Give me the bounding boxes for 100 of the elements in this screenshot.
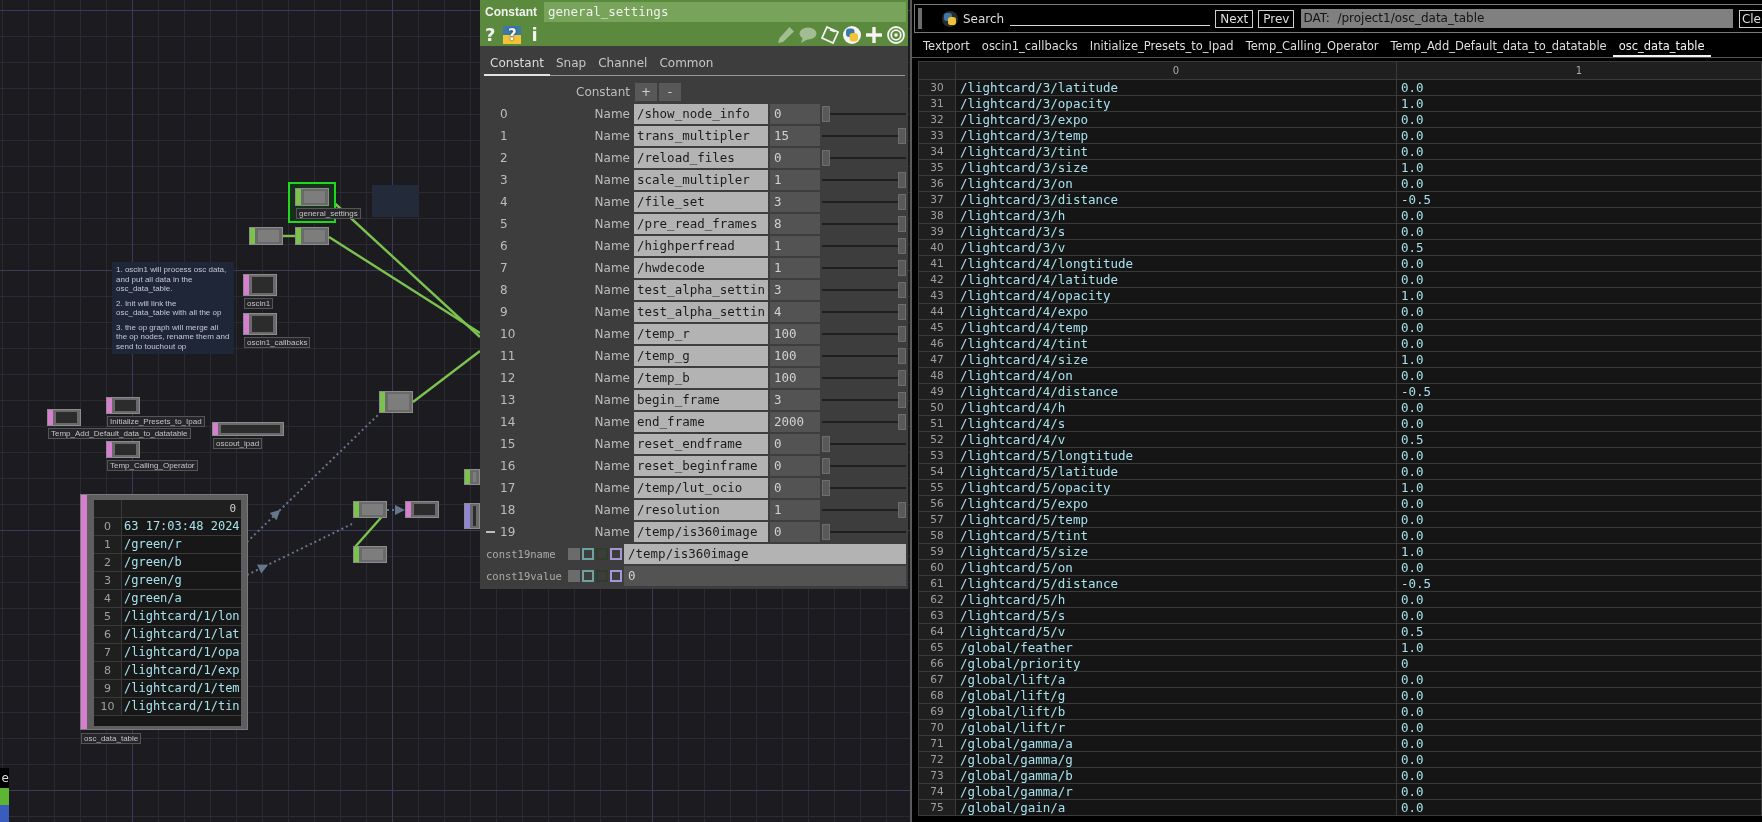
slider-thumb[interactable] <box>898 326 906 342</box>
value-field[interactable]: 100 <box>770 324 820 344</box>
slider-thumb[interactable] <box>898 128 906 144</box>
name-field[interactable]: test_alpha_settin <box>634 302 768 322</box>
name-field[interactable]: /pre_read_frames <box>634 214 768 234</box>
name-field[interactable]: /temp/is360image <box>634 522 768 542</box>
value-field[interactable]: 4 <box>770 302 820 322</box>
clear-button[interactable]: Cle <box>1738 9 1762 28</box>
slider-thumb[interactable] <box>822 480 830 496</box>
add-button[interactable]: + <box>635 83 657 101</box>
operator-node[interactable] <box>106 397 140 414</box>
pencil-icon[interactable] <box>777 26 795 44</box>
table-viewer[interactable]: 0 0 63 17:03:48 2024 1 /green/r 2 /green/b 3 /green/g 4 /green/a 5 /lightcard/1/lon 6 /lightcard/1/lat 7 /lightcard/1/opa 8 /lightcard/1/exp 9 /lightcard/1/tem 10 /lightcard/1/tin <box>80 494 248 730</box>
tab[interactable]: Initialize_Presets_to_Ipad <box>1083 37 1240 57</box>
mode-toggle-icon[interactable] <box>610 548 622 560</box>
operator-node[interactable] <box>295 188 329 206</box>
slider-thumb[interactable] <box>822 524 830 540</box>
operator-node[interactable] <box>249 227 283 245</box>
mode-toggle-icon[interactable] <box>610 570 622 582</box>
slider-thumb[interactable] <box>898 260 906 276</box>
value-field[interactable]: 3 <box>770 390 820 410</box>
operator-node[interactable] <box>464 503 480 529</box>
value-field[interactable]: 15 <box>770 126 820 146</box>
name-field[interactable]: /temp/is360image <box>624 544 906 564</box>
slider-thumb[interactable] <box>822 150 830 166</box>
prev-button[interactable]: Prev <box>1258 9 1295 28</box>
mode-toggle-icon[interactable] <box>568 548 580 560</box>
tab[interactable]: Temp_Calling_Operator <box>1239 37 1385 57</box>
value-field[interactable]: 0 <box>770 104 820 124</box>
target-icon[interactable] <box>887 26 905 44</box>
mode-toggle-icon[interactable] <box>582 548 594 560</box>
help-button[interactable]: ? <box>485 26 496 44</box>
speech-bubble-icon[interactable] <box>799 26 817 44</box>
tab[interactable]: Textport <box>917 37 976 57</box>
grip-icon[interactable] <box>918 8 922 29</box>
name-field[interactable]: /temp_g <box>634 346 768 366</box>
value-field[interactable]: 3 <box>770 192 820 212</box>
value-field[interactable]: 1 <box>770 258 820 278</box>
value-field[interactable]: 0 <box>770 148 820 168</box>
slider-thumb[interactable] <box>898 348 906 364</box>
mode-toggle-icon[interactable] <box>582 570 594 582</box>
name-field[interactable]: trans_multipler <box>634 126 768 146</box>
slider-thumb[interactable] <box>898 304 906 320</box>
operator-node[interactable] <box>464 469 480 485</box>
value-field[interactable]: 3 <box>770 280 820 300</box>
name-field[interactable]: /reload_files <box>634 148 768 168</box>
slider-thumb[interactable] <box>898 172 906 188</box>
name-field[interactable]: end_frame <box>634 412 768 432</box>
slider-thumb[interactable] <box>898 238 906 254</box>
name-field[interactable]: reset_endframe <box>634 434 768 454</box>
name-field[interactable]: test_alpha_settin <box>634 280 768 300</box>
remove-button[interactable]: - <box>659 83 681 101</box>
tab[interactable]: Snap <box>549 55 593 76</box>
operator-node[interactable] <box>243 274 277 296</box>
note-icon[interactable] <box>821 26 839 44</box>
name-field[interactable]: /resolution <box>634 500 768 520</box>
plus-icon[interactable] <box>865 26 883 44</box>
operator-node[interactable] <box>47 409 81 426</box>
value-field[interactable]: 8 <box>770 214 820 234</box>
operator-node[interactable] <box>405 501 439 518</box>
operator-node[interactable] <box>106 441 140 458</box>
tab[interactable]: osc_data_table <box>1612 37 1711 57</box>
slider-thumb[interactable] <box>822 458 830 474</box>
tab[interactable]: Common <box>653 55 720 76</box>
operator-node[interactable] <box>353 546 387 563</box>
info-button[interactable]: i <box>531 26 538 44</box>
slider-thumb[interactable] <box>898 414 906 430</box>
value-field[interactable]: 0 <box>770 478 820 498</box>
name-field[interactable]: scale_multipler <box>634 170 768 190</box>
name-field[interactable]: reset_beginframe <box>634 456 768 476</box>
name-field[interactable]: /highperfread <box>634 236 768 256</box>
slider-thumb[interactable] <box>898 194 906 210</box>
tab[interactable]: oscin1_callbacks <box>975 37 1084 57</box>
name-field[interactable]: begin_frame <box>634 390 768 410</box>
value-field[interactable]: 0 <box>770 456 820 476</box>
value-field[interactable]: 0 <box>624 566 906 586</box>
tab[interactable]: Channel <box>592 55 654 76</box>
operator-node[interactable] <box>212 422 284 436</box>
next-button[interactable]: Next <box>1215 9 1254 28</box>
slider-thumb[interactable] <box>822 106 830 122</box>
tab[interactable]: Constant <box>484 55 550 76</box>
slider-thumb[interactable] <box>898 282 906 298</box>
name-field[interactable]: /temp_b <box>634 368 768 388</box>
value-field[interactable]: 1 <box>770 236 820 256</box>
value-field[interactable]: 1 <box>770 500 820 520</box>
mode-toggle-icon[interactable] <box>568 570 580 582</box>
tab[interactable]: Temp_Add_Default_data_to_datatable <box>1384 37 1613 57</box>
slider-track[interactable] <box>822 522 906 542</box>
name-field[interactable]: /temp_r <box>634 324 768 344</box>
operator-node[interactable] <box>379 391 413 413</box>
value-field[interactable]: 2000 <box>770 412 820 432</box>
operator-node[interactable] <box>353 501 387 518</box>
value-field[interactable]: 100 <box>770 368 820 388</box>
name-field[interactable]: /file_set <box>634 192 768 212</box>
operator-node[interactable] <box>295 227 329 245</box>
operator-node[interactable] <box>243 313 277 335</box>
slider-thumb[interactable] <box>898 502 906 518</box>
name-field[interactable]: /show_node_info <box>634 104 768 124</box>
name-field[interactable]: /hwdecode <box>634 258 768 278</box>
slider-thumb[interactable] <box>898 216 906 232</box>
